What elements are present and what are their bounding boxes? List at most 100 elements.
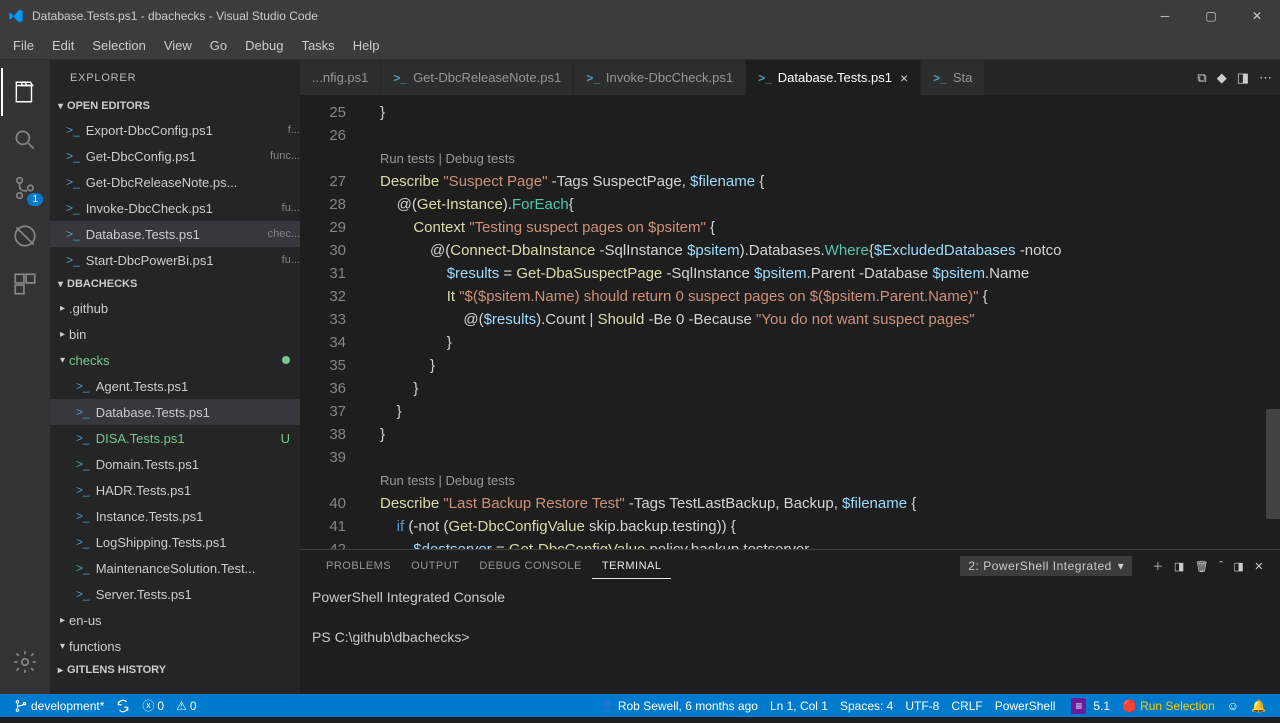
open-editor-item[interactable]: >_Export-DbcConfig.ps1f... <box>50 117 300 143</box>
menu-view[interactable]: View <box>155 34 201 57</box>
scm-view-icon[interactable]: 1 <box>1 164 49 212</box>
editor-tab[interactable]: >_Get-DbcReleaseNote.ps1 <box>381 60 574 95</box>
split-terminal-icon[interactable]: ◨ <box>1174 560 1185 573</box>
menu-edit[interactable]: Edit <box>43 34 83 57</box>
panel-tab-debug-console[interactable]: DEBUG CONSOLE <box>469 554 591 578</box>
bottom-panel: PROBLEMSOUTPUTDEBUG CONSOLETERMINAL 2: Po… <box>300 549 1280 694</box>
status-warnings[interactable]: ⚠ 0 <box>170 699 202 713</box>
open-editor-item[interactable]: >_Invoke-DbcCheck.ps1fu... <box>50 195 300 221</box>
panel-tab-terminal[interactable]: TERMINAL <box>592 554 672 579</box>
compare-icon[interactable]: ⧉ <box>1197 70 1206 86</box>
powershell-file-icon: >_ <box>66 149 80 163</box>
open-editor-item[interactable]: >_Get-DbcConfig.ps1func... <box>50 143 300 169</box>
extensions-view-icon[interactable] <box>1 260 49 308</box>
close-tab-icon[interactable]: × <box>900 70 908 86</box>
file-item[interactable]: >_Agent.Tests.ps1 <box>50 373 300 399</box>
file-item[interactable]: >_Domain.Tests.ps1 <box>50 451 300 477</box>
new-terminal-icon[interactable]: ＋ <box>1152 558 1164 574</box>
editor-tab[interactable]: >_Sta <box>921 60 985 95</box>
search-view-icon[interactable] <box>1 116 49 164</box>
menu-bar: FileEditSelectionViewGoDebugTasksHelp <box>0 32 1280 60</box>
status-eol[interactable]: CRLF <box>945 699 988 713</box>
open-editor-item[interactable]: >_Database.Tests.ps1chec... <box>50 221 300 247</box>
status-blame[interactable]: 👤 Rob Sewell, 6 months ago <box>594 699 764 713</box>
terminal-body[interactable]: PowerShell Integrated Console PS C:\gith… <box>300 582 1280 694</box>
status-sync[interactable] <box>110 699 136 713</box>
powershell-file-icon: >_ <box>76 587 90 601</box>
folder-item[interactable]: ▸en-us <box>50 607 300 633</box>
maximize-button[interactable]: ▢ <box>1188 0 1234 32</box>
vscode-icon <box>8 8 24 24</box>
gitlens-header[interactable]: ▾GITLENS HISTORY <box>50 659 300 681</box>
panel-up-icon[interactable]: ˆ <box>1219 560 1223 572</box>
maximize-panel-icon[interactable]: ◨ <box>1233 560 1244 573</box>
status-feedback-icon[interactable]: ☺ <box>1221 699 1245 713</box>
menu-help[interactable]: Help <box>344 34 389 57</box>
powershell-file-icon: >_ <box>66 201 80 215</box>
minimize-button[interactable]: ─ <box>1142 0 1188 32</box>
editor-tab[interactable]: ...nfig.ps1 <box>300 60 381 95</box>
close-window-button[interactable]: ✕ <box>1234 0 1280 32</box>
powershell-file-icon: >_ <box>76 379 90 393</box>
editor-tabs: ...nfig.ps1>_Get-DbcReleaseNote.ps1>_Inv… <box>300 60 1280 96</box>
explorer-view-icon[interactable] <box>1 68 49 116</box>
status-cursor[interactable]: Ln 1, Col 1 <box>764 699 834 713</box>
open-editors-header[interactable]: ▾OPEN EDITORS <box>50 95 300 117</box>
split-editor-icon[interactable]: ◨ <box>1237 70 1249 86</box>
panel-tab-output[interactable]: OUTPUT <box>401 554 469 578</box>
settings-gear-icon[interactable] <box>1 638 49 686</box>
file-item[interactable]: >_Instance.Tests.ps1 <box>50 503 300 529</box>
folder-item[interactable]: ▾checks <box>50 347 300 373</box>
terminal-header-line: PowerShell Integrated Console <box>312 586 1268 608</box>
editor-tab[interactable]: >_Invoke-DbcCheck.ps1 <box>574 60 746 95</box>
menu-go[interactable]: Go <box>201 34 236 57</box>
status-branch[interactable]: development* <box>8 699 110 713</box>
chevron-icon: ▾ <box>60 641 65 652</box>
more-actions-icon[interactable]: ⋯ <box>1259 70 1272 86</box>
scrollbar-thumb[interactable] <box>1266 409 1280 519</box>
file-item[interactable]: >_DISA.Tests.ps1U <box>50 425 300 451</box>
status-ext[interactable]: ≡5.1 <box>1061 698 1116 714</box>
open-editor-item[interactable]: >_Start-DbcPowerBi.ps1fu... <box>50 247 300 273</box>
menu-file[interactable]: File <box>4 34 43 57</box>
code-editor[interactable]: 2526 27282930313233343536373839 40414243… <box>300 96 1280 549</box>
close-panel-icon[interactable]: ✕ <box>1254 560 1264 573</box>
folder-item[interactable]: ▸.github <box>50 295 300 321</box>
status-encoding[interactable]: UTF-8 <box>899 699 945 713</box>
menu-tasks[interactable]: Tasks <box>292 34 343 57</box>
powershell-file-icon: >_ <box>758 71 772 85</box>
status-bar: development* ⓧ 0 ⚠ 0 👤 Rob Sewell, 6 mon… <box>0 694 1280 717</box>
line-gutter: 2526 27282930313233343536373839 40414243 <box>300 96 360 549</box>
status-bell-icon[interactable]: 🔔 <box>1245 699 1272 713</box>
powershell-file-icon: >_ <box>76 561 90 575</box>
status-language[interactable]: PowerShell <box>989 699 1062 713</box>
status-errors[interactable]: ⓧ 0 <box>136 697 170 714</box>
powershell-file-icon: >_ <box>586 71 600 85</box>
menu-debug[interactable]: Debug <box>236 34 292 57</box>
kill-terminal-icon[interactable]: 🗑 <box>1195 560 1209 573</box>
project-header[interactable]: ▾DBACHECKS <box>50 273 300 295</box>
file-item[interactable]: >_Database.Tests.ps1 <box>50 399 300 425</box>
powershell-file-icon: >_ <box>76 405 90 419</box>
code-content[interactable]: } Run tests | Debug tests Describe "Susp… <box>360 96 1280 549</box>
powershell-file-icon: >_ <box>66 175 80 189</box>
debug-view-icon[interactable] <box>1 212 49 260</box>
terminal-prompt: PS C:\github\dbachecks> <box>312 626 1268 648</box>
editor-tab[interactable]: >_Database.Tests.ps1× <box>746 60 921 95</box>
chevron-icon: ▸ <box>60 615 65 626</box>
file-item[interactable]: >_LogShipping.Tests.ps1 <box>50 529 300 555</box>
status-spaces[interactable]: Spaces: 4 <box>834 699 899 713</box>
file-item[interactable]: >_Server.Tests.ps1 <box>50 581 300 607</box>
terminal-selector[interactable]: 2: PowerShell Integrated ▾ <box>960 556 1132 576</box>
folder-item[interactable]: ▾functions <box>50 633 300 659</box>
file-item[interactable]: >_MaintenanceSolution.Test... <box>50 555 300 581</box>
menu-selection[interactable]: Selection <box>83 34 154 57</box>
file-item[interactable]: >_HADR.Tests.ps1 <box>50 477 300 503</box>
panel-tabs: PROBLEMSOUTPUTDEBUG CONSOLETERMINAL 2: Po… <box>300 550 1280 582</box>
folder-item[interactable]: ▸bin <box>50 321 300 347</box>
powershell-file-icon: >_ <box>76 483 90 497</box>
status-run-selection[interactable]: 🔴 Run Selection <box>1116 699 1221 713</box>
panel-tab-problems[interactable]: PROBLEMS <box>316 554 401 578</box>
tag-icon[interactable]: ◆ <box>1217 70 1227 86</box>
open-editor-item[interactable]: >_Get-DbcReleaseNote.ps... <box>50 169 300 195</box>
